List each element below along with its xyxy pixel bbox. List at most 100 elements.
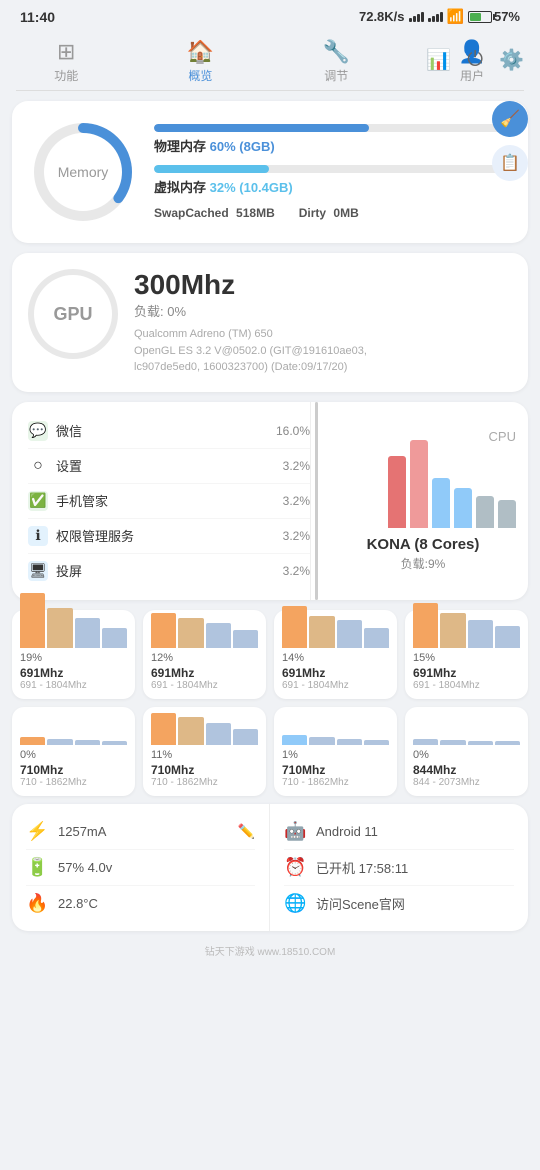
cpu-bar-6 [498,500,516,528]
android-icon: 🤖 [284,821,306,842]
website-row[interactable]: 🌐 访问Scene官网 [284,886,514,921]
core-pct-3: 15% [413,652,520,664]
network-speed: 72.8K/s [359,9,405,24]
status-bar: 11:40 72.8K/s 📶 57% [0,0,540,29]
core-pct-1: 12% [151,652,258,664]
cpu-card: 💬 微信 16.0% ○ 设置 3.2% ✅ 手机管家 3.2% ℹ 权限管理服… [12,402,528,600]
tab-overview[interactable]: 🏠 概览 [179,35,222,88]
signal-icon-2 [428,12,443,22]
power-icon[interactable]: ⏻ [467,48,483,71]
bottom-right-col: 🤖 Android 11 ⏰ 已开机 17:58:11 🌐 访问Scene官网 [270,804,528,931]
core-cell-4: 0% 710Mhz710 - 1862Mhz [12,707,135,796]
core-freq-0: 691Mhz [20,666,127,680]
chart-icon[interactable]: 📊 [426,47,451,72]
battery-pct: 57% [494,9,520,24]
temp-row: 🔥 22.8°C [26,886,255,921]
cpu-app-list: 💬 微信 16.0% ○ 设置 3.2% ✅ 手机管家 3.2% ℹ 权限管理服… [12,402,311,600]
gpu-info: 300Mhz 负载: 0% Qualcomm Adreno (TM) 650 O… [134,269,512,376]
core-cell-5: 11%710Mhz710 - 1862Mhz [143,707,266,796]
core-freq-1: 691Mhz [151,666,258,680]
memory-info: 物理内存 60% (8GB) 虚拟内存 32% (10.4GB) SwapCac… [154,124,512,220]
battery-row: 🔋 57% 4.0v [26,850,255,886]
memory-card: Memory 物理内存 60% (8GB) 虚拟内存 32% (10.4GB) … [12,101,528,243]
status-time: 11:40 [20,9,55,25]
battery-icon: 🔋 [26,857,48,878]
android-row: 🤖 Android 11 [284,814,514,850]
wifi-icon: 📶 [447,8,464,25]
cpu-name: KONA (8 Cores) [367,536,480,553]
nav-right-icons: 📊 ⏻ ⚙️ [426,47,524,72]
core-range-6: 710 - 1862Mhz [282,777,389,788]
nav-tabs: ⊞ 功能 🏠 概览 🔧 调节 👤 用户 📊 ⏻ ⚙️ [0,29,540,90]
core-cell-3: 15% 691Mhz691 - 1804Mhz [405,610,528,699]
core-cell-7: 0%844Mhz844 - 2073Mhz [405,707,528,796]
battery-indicator: 57% [468,9,520,24]
gpu-freq: 300Mhz [134,269,512,301]
current-row: ⚡ 1257mA ✏️ [26,814,255,850]
core-freq-3: 691Mhz [413,666,520,680]
core-pct-7: 0% [413,749,520,761]
core-range-4: 710 - 1862Mhz [20,777,127,788]
core-range-1: 691 - 1804Mhz [151,680,258,691]
cpu-bar-3 [432,478,450,528]
core-cell-2: 14% 691Mhz691 - 1804Mhz [274,610,397,699]
flame-icon: 🔥 [26,893,48,914]
features-icon: ⊞ [57,39,75,65]
core-freq-6: 710Mhz [282,763,389,777]
cpu-bar-1 [388,456,406,528]
bottom-left-col: ⚡ 1257mA ✏️ 🔋 57% 4.0v 🔥 22.8°C [12,804,270,931]
core-freq-4: 710Mhz [20,763,127,777]
core-cell-0: 19% 691Mhz691 - 1804Mhz [12,610,135,699]
virt-mem-label: 虚拟内存 32% (10.4GB) [154,177,512,196]
mem-info-button[interactable]: 📋 [492,145,528,181]
gpu-desc: Qualcomm Adreno (TM) 650 OpenGL ES 3.2 V… [134,326,512,376]
cpu-bar-5 [476,496,494,528]
app-item-wechat: 💬 微信 16.0% [28,414,310,449]
settings-app-icon: ○ [28,456,48,476]
cpu-bar-4 [454,488,472,528]
core-range-3: 691 - 1804Mhz [413,680,520,691]
memory-circle: Memory [28,117,138,227]
gpu-load: 负载: 0% [134,301,512,320]
core-range-2: 691 - 1804Mhz [282,680,389,691]
bottom-bar: ⚡ 1257mA ✏️ 🔋 57% 4.0v 🔥 22.8°C 🤖 Androi… [12,804,528,931]
cpu-right: CPU KONA (8 Cores) 负载:9% [318,402,528,600]
core-pct-0: 19% [20,652,127,664]
cpu-bar-2 [410,440,428,528]
core-cell-1: 12% 691Mhz691 - 1804Mhz [143,610,266,699]
app-item-permission: ℹ 权限管理服务 3.2% [28,519,310,554]
status-right: 72.8K/s 📶 57% [359,8,520,25]
mem-action-btns: 🧹 📋 [492,101,528,181]
power-plug-icon: ⚡ [26,821,48,842]
core-pct-4: 0% [20,749,127,761]
core-pct-5: 11% [151,749,258,761]
app-item-cast: 🖥 投屏 3.2% [28,554,310,588]
settings-icon[interactable]: ⚙️ [499,47,524,72]
cast-icon: 🖥 [28,561,48,581]
overview-icon: 🏠 [187,39,214,65]
core-freq-2: 691Mhz [282,666,389,680]
manager-icon: ✅ [28,491,48,511]
app-item-manager: ✅ 手机管家 3.2% [28,484,310,519]
core-pct-6: 1% [282,749,389,761]
app-item-settings: ○ 设置 3.2% [28,449,310,484]
signal-icon [409,12,424,22]
mem-clean-button[interactable]: 🧹 [492,101,528,137]
uptime-row: ⏰ 已开机 17:58:11 [284,850,514,886]
tab-adjust[interactable]: 🔧 调节 [315,35,358,88]
gpu-circle: GPU [28,269,118,359]
core-range-0: 691 - 1804Mhz [20,680,127,691]
mem-footer: SwapCached 518MB Dirty 0MB [154,206,512,220]
core-range-7: 844 - 2073Mhz [413,777,520,788]
core-grid: 19%691Mhz691 - 1804Mhz12%691Mhz691 - 180… [12,610,528,796]
edit-icon[interactable]: ✏️ [238,823,255,840]
adjust-icon: 🔧 [323,39,350,65]
phys-mem-label: 物理内存 60% (8GB) [154,136,512,155]
core-pct-2: 14% [282,652,389,664]
tab-features[interactable]: ⊞ 功能 [46,35,86,88]
wechat-icon: 💬 [28,421,48,441]
watermark: 钻天下游戏 www.18510.COM [0,939,540,966]
permission-icon: ℹ [28,526,48,546]
gpu-card: GPU 300Mhz 负载: 0% Qualcomm Adreno (TM) 6… [12,253,528,392]
cpu-load: 负载:9% [401,555,446,572]
